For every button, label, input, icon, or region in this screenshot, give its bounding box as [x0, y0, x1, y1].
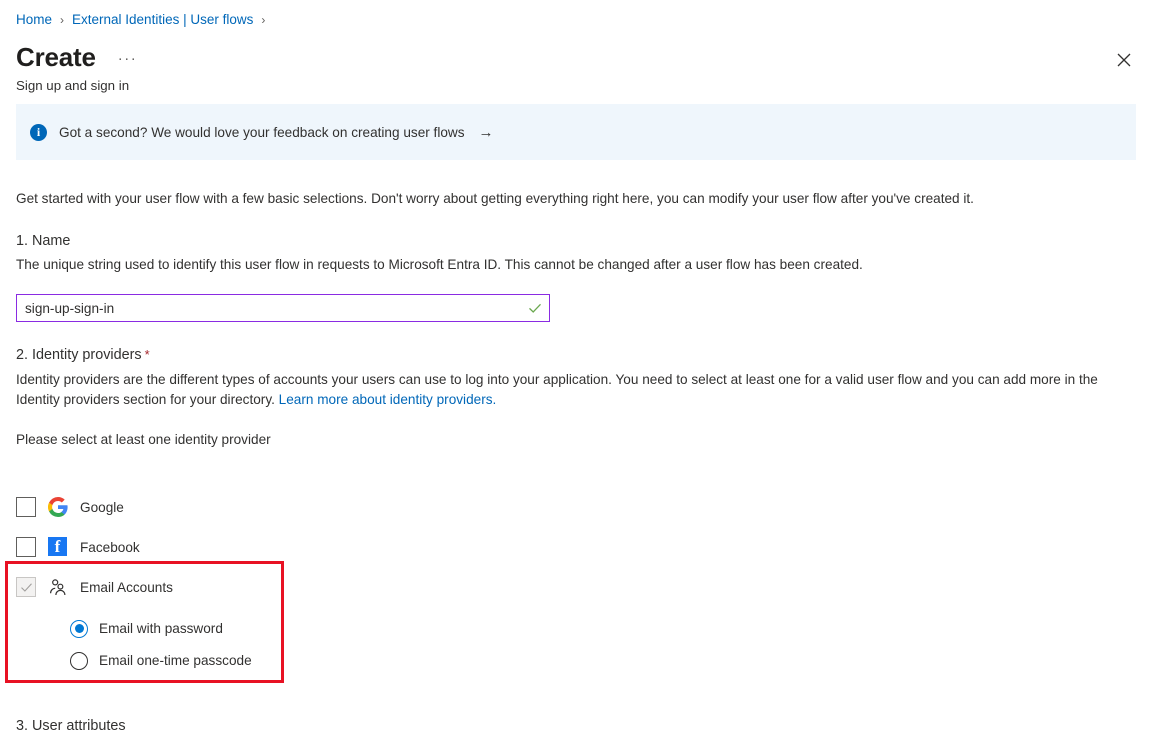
name-input[interactable]	[25, 301, 527, 316]
provider-row-facebook[interactable]: f Facebook	[16, 534, 173, 560]
arrow-right-icon[interactable]: →	[479, 124, 494, 141]
identity-providers-description-text: Identity providers are the different typ…	[16, 372, 1098, 407]
identity-providers-description: Identity providers are the different typ…	[16, 370, 1126, 410]
identity-providers-heading: 2. Identity providers*	[16, 345, 1126, 365]
validation-container	[527, 300, 543, 316]
radio-label-email-one-time-passcode: Email one-time passcode	[99, 653, 252, 668]
more-options-icon[interactable]: ···	[114, 49, 142, 69]
google-icon	[48, 497, 68, 517]
user-attributes-section: 3. User attributes	[16, 716, 126, 736]
breadcrumb: Home › External Identities | User flows …	[16, 10, 265, 30]
info-icon: i	[30, 124, 47, 141]
selection-required-message: Please select at least one identity prov…	[16, 430, 271, 450]
provider-label-facebook: Facebook	[80, 540, 140, 555]
checkbox-email-accounts	[16, 577, 36, 597]
breadcrumb-chevron-icon: ›	[60, 10, 64, 30]
checkmark-icon	[527, 300, 543, 316]
provider-row-google[interactable]: Google	[16, 494, 173, 520]
provider-label-email-accounts: Email Accounts	[80, 580, 173, 595]
checkbox-google[interactable]	[16, 497, 36, 517]
checkmark-icon-disabled	[20, 581, 33, 594]
create-user-flow-page: Home › External Identities | User flows …	[0, 0, 1152, 744]
required-marker: *	[145, 347, 150, 362]
radio-row-email-one-time-passcode[interactable]: Email one-time passcode	[70, 648, 252, 673]
intro-text: Get started with your user flow with a f…	[16, 189, 974, 209]
breadcrumb-item-external-identities[interactable]: External Identities | User flows	[72, 10, 253, 30]
name-section-description: The unique string used to identify this …	[16, 255, 863, 275]
radio-label-email-with-password: Email with password	[99, 621, 223, 636]
breadcrumb-item-home[interactable]: Home	[16, 10, 52, 30]
name-field-wrapper[interactable]	[16, 294, 550, 322]
name-section-heading: 1. Name	[16, 231, 863, 251]
radio-row-email-with-password[interactable]: Email with password	[70, 616, 252, 641]
feedback-banner[interactable]: i Got a second? We would love your feedb…	[16, 104, 1136, 160]
identity-provider-list: Google f Facebook	[16, 494, 173, 614]
provider-label-google: Google	[80, 500, 124, 515]
identity-providers-section: 2. Identity providers* Identity provider…	[16, 345, 1126, 410]
email-options-radio-group: Email with password Email one-time passc…	[70, 616, 252, 680]
identity-providers-heading-text: 2. Identity providers	[16, 347, 142, 363]
users-icon	[48, 577, 68, 597]
provider-row-email-accounts: Email Accounts	[16, 574, 173, 600]
close-button[interactable]	[1108, 44, 1140, 76]
checkbox-facebook[interactable]	[16, 537, 36, 557]
page-subtitle: Sign up and sign in	[16, 77, 129, 95]
feedback-banner-text: Got a second? We would love your feedbac…	[59, 125, 465, 140]
learn-more-link[interactable]: Learn more about identity providers.	[279, 392, 497, 407]
page-header: Create ···	[16, 41, 141, 73]
radio-email-one-time-passcode[interactable]	[70, 652, 88, 670]
close-icon	[1117, 53, 1131, 67]
name-section: 1. Name The unique string used to identi…	[16, 231, 863, 275]
page-title: Create	[16, 41, 96, 73]
breadcrumb-chevron-icon-2: ›	[261, 10, 265, 30]
user-attributes-heading: 3. User attributes	[16, 716, 126, 736]
radio-email-with-password[interactable]	[70, 620, 88, 638]
facebook-icon: f	[48, 537, 68, 557]
